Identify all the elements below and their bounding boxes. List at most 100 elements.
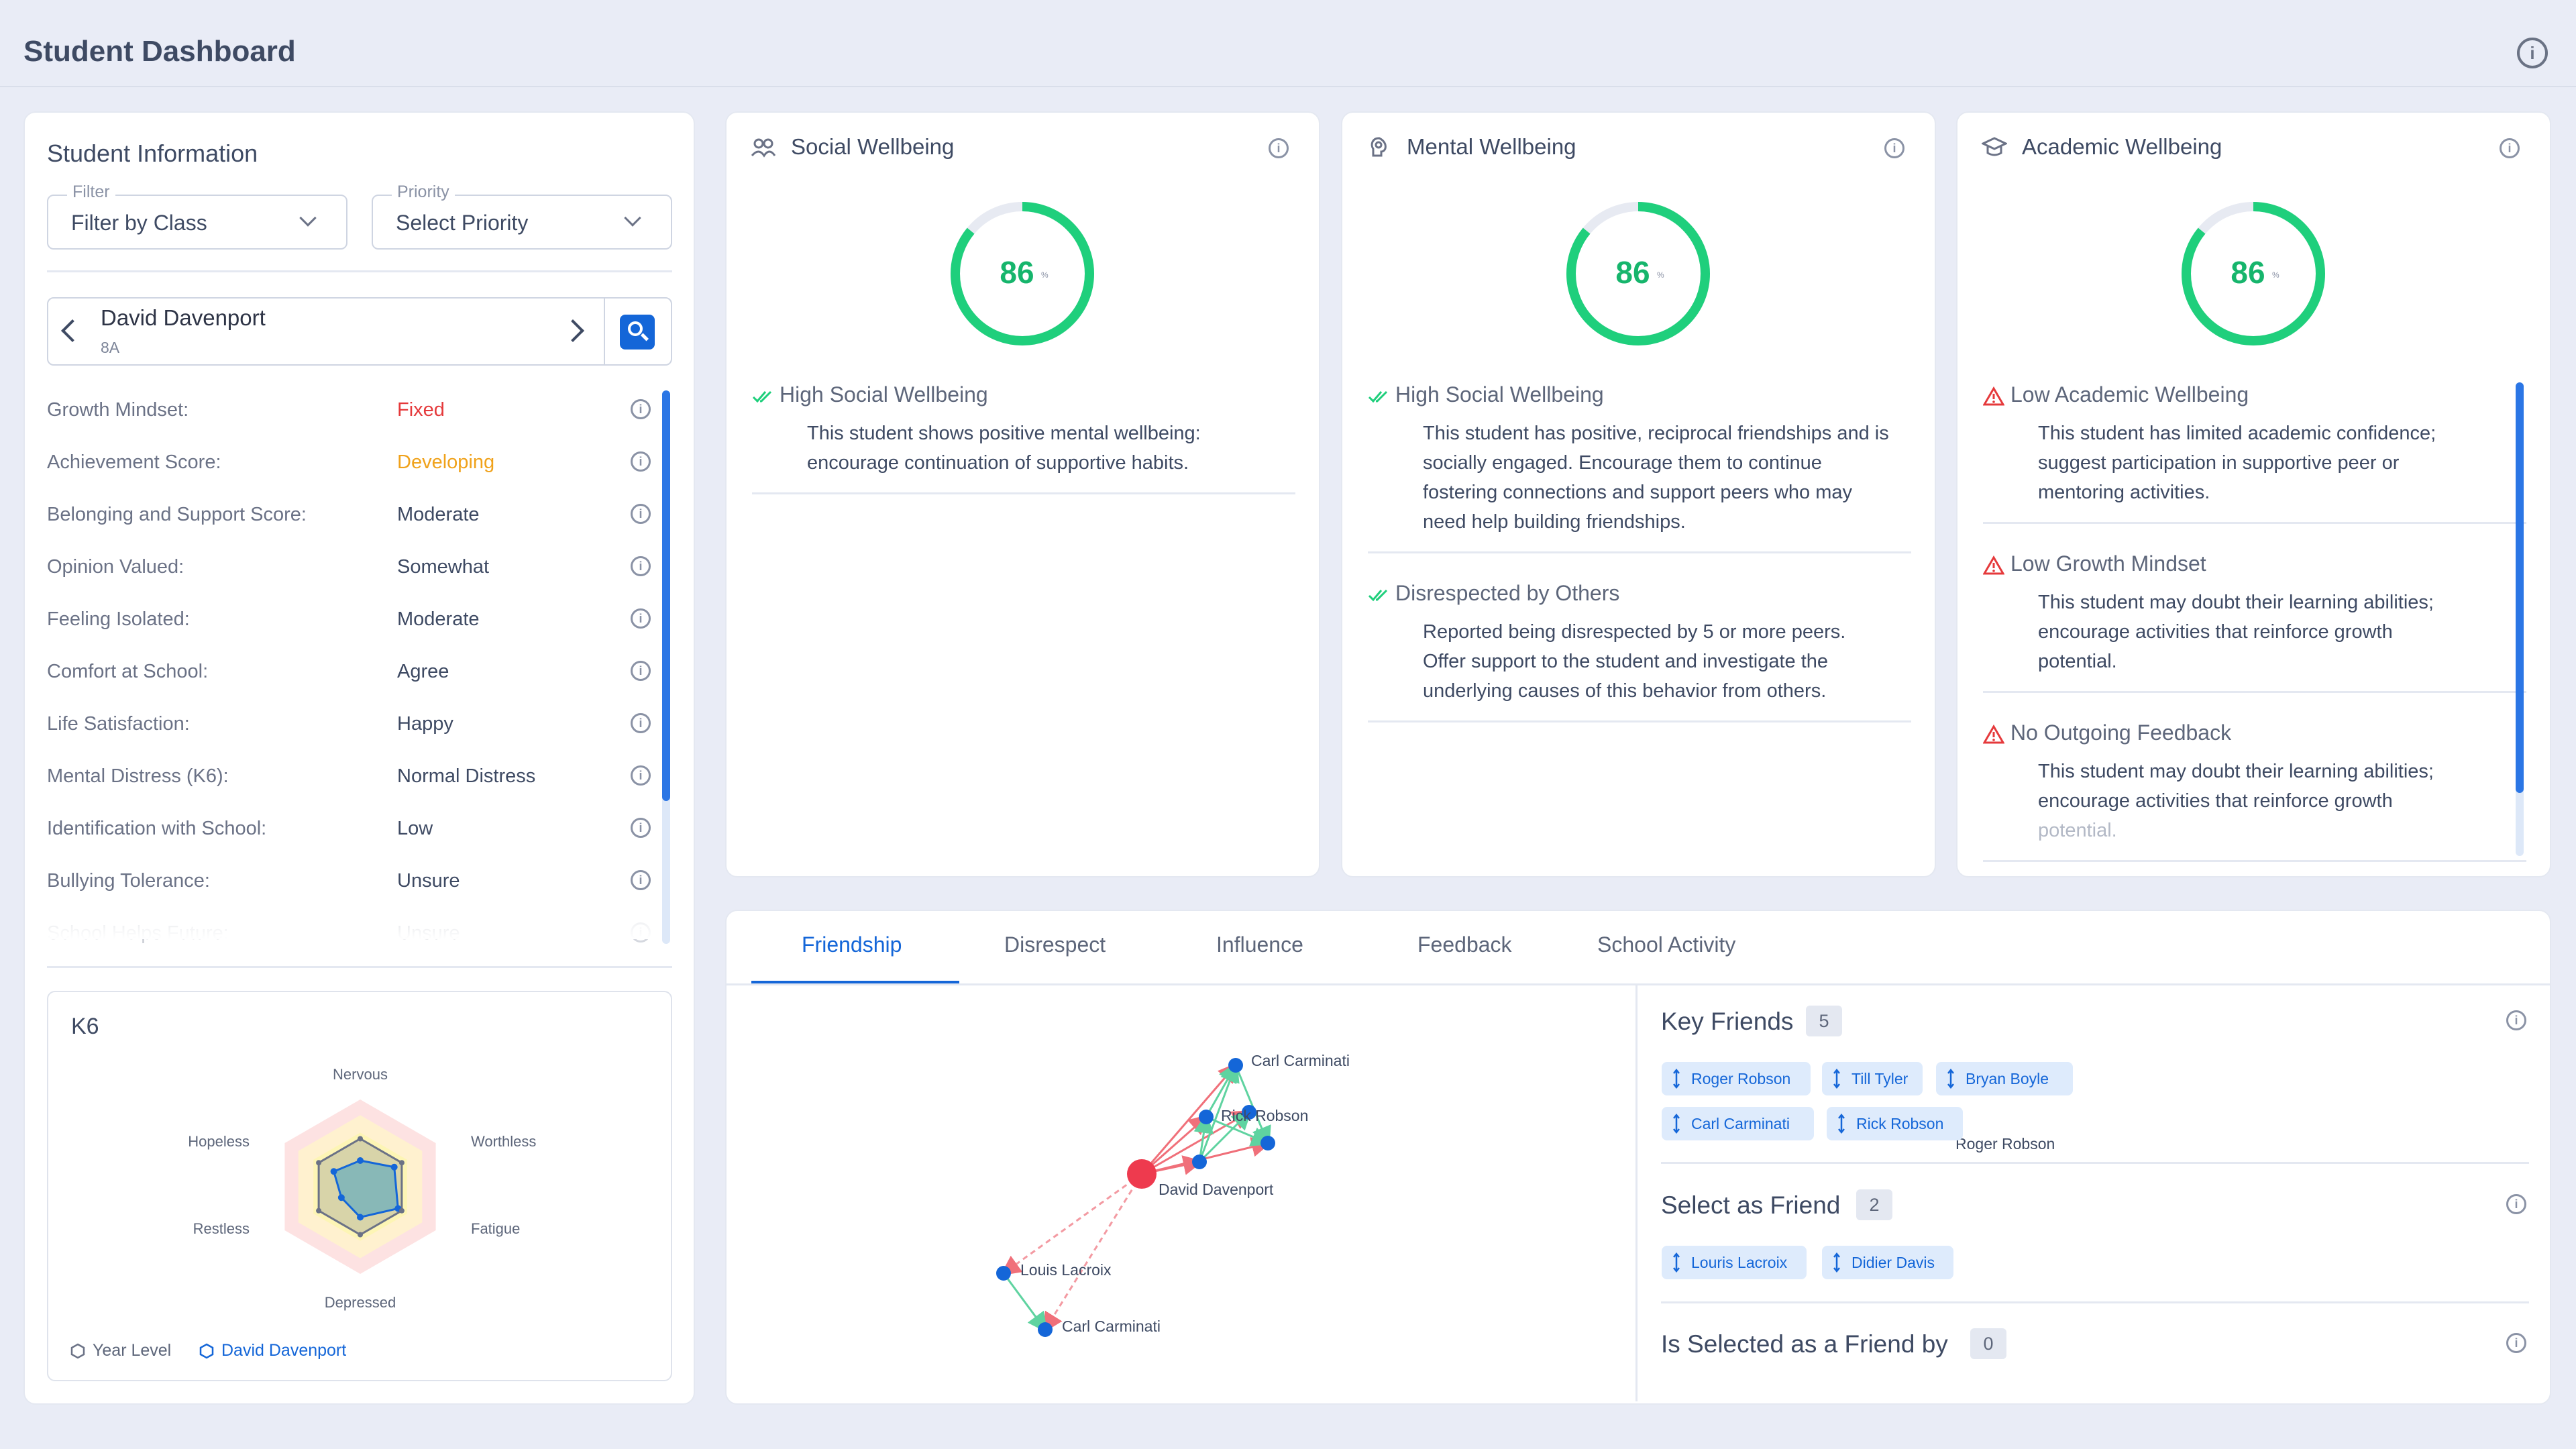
radar-student-point <box>337 1194 345 1201</box>
student-info-title: Student Information <box>47 140 258 167</box>
sort-arrows-icon <box>1673 1114 1680 1134</box>
academic-scrollbar-thumb[interactable] <box>2516 382 2524 793</box>
tab-friendship[interactable]: Friendship <box>802 932 902 957</box>
radar-year-level-point <box>316 1160 322 1166</box>
attribute-value: Happy <box>397 713 453 735</box>
network-edge <box>1000 1173 1142 1276</box>
friend-chip-label: Roger Robson <box>1691 1070 1791 1087</box>
k6-panel: K6 Nervous Worthless Fatigue Depressed Restl… <box>47 991 672 1381</box>
friend-chip-label: Rick Robson <box>1856 1115 1944 1132</box>
header-bar: Student Dashboard i <box>0 0 2576 87</box>
sort-arrows-icon <box>1673 1252 1680 1273</box>
info-icon[interactable]: i <box>631 556 651 576</box>
student-name: David Davenport <box>101 305 266 330</box>
tab-disrespect[interactable]: Disrespect <box>1004 932 1106 957</box>
tab-school-activity[interactable]: School Activity <box>1597 932 1735 957</box>
attribute-row: Identification with School: Low i <box>47 811 651 851</box>
radar-year-level-point <box>398 1208 405 1214</box>
double-check-icon <box>1368 589 1388 602</box>
network-edge <box>1042 1173 1143 1334</box>
info-icon[interactable]: i <box>1884 138 1904 158</box>
network-node[interactable] <box>1038 1322 1053 1337</box>
radar-axis-label: Restless <box>193 1220 250 1237</box>
divider <box>47 966 672 968</box>
select-as-friend-title: Select as Friend <box>1661 1191 1841 1219</box>
network-node-label: Louis Lacroix <box>1020 1261 1112 1279</box>
friend-chip[interactable]: Till Tyler <box>1822 1062 1923 1095</box>
divider <box>1661 1301 2529 1303</box>
double-check-icon <box>1368 390 1388 403</box>
count-badge: 5 <box>1806 1006 1842 1036</box>
filter-select[interactable]: Filter Filter by Class <box>47 182 347 250</box>
priority-select[interactable]: Priority Select Priority <box>372 182 672 250</box>
warning-icon <box>1983 555 2004 575</box>
radar-axis-label: Depressed <box>325 1294 396 1311</box>
radar-year-level-point <box>398 1160 405 1166</box>
network-node[interactable] <box>1228 1058 1243 1073</box>
info-icon[interactable]: i <box>2506 1333 2526 1353</box>
radar-student-point <box>330 1168 337 1175</box>
previous-student-button[interactable] <box>61 319 84 342</box>
brain-icon <box>1371 137 1387 157</box>
wellbeing-title: Mental Wellbeing <box>1407 134 1576 159</box>
info-icon[interactable]: i <box>631 765 651 786</box>
friend-chip[interactable]: Carl Carminati <box>1662 1107 1814 1140</box>
friend-chip[interactable]: Roger Robson <box>1662 1062 1811 1095</box>
friend-chip[interactable]: Bryan Boyle <box>1936 1062 2073 1095</box>
info-icon[interactable]: i <box>2500 138 2520 158</box>
divider <box>726 983 2551 985</box>
network-node[interactable] <box>1192 1155 1207 1169</box>
note-text: socially engaged. Encourage them to cont… <box>1423 452 1822 474</box>
legend-student: David Davenport <box>199 1341 346 1360</box>
attribute-row: Feeling Isolated: Moderate i <box>47 602 651 642</box>
network-node[interactable] <box>996 1266 1011 1281</box>
attribute-row: Comfort at School: Agree i <box>47 654 651 694</box>
info-icon[interactable]: i <box>631 608 651 629</box>
attribute-row: Life Satisfaction: Happy i <box>47 706 651 747</box>
divider <box>1983 860 2526 862</box>
list-fade <box>47 899 664 939</box>
tab-influence[interactable]: Influence <box>1216 932 1303 957</box>
note-heading: High Social Wellbeing <box>780 382 988 407</box>
info-icon[interactable]: i <box>631 661 651 681</box>
network-node[interactable] <box>1260 1136 1275 1150</box>
friend-chip-label: Didier Davis <box>1851 1254 1935 1271</box>
info-icon[interactable]: i <box>2506 1194 2526 1214</box>
divider <box>1368 551 1911 553</box>
k6-radar-chart: Nervous Worthless Fatigue Depressed Restless… <box>188 1066 536 1311</box>
score-gauge: 86% <box>951 202 1094 345</box>
chevron-down-icon <box>624 209 641 227</box>
attribute-row: Mental Distress (K6): Normal Distress i <box>47 759 651 799</box>
info-icon[interactable]: i <box>631 399 651 419</box>
divider <box>1983 691 2526 693</box>
attribute-value: Developing <box>397 451 495 473</box>
attribute-scrollbar-thumb[interactable] <box>662 390 670 801</box>
info-icon[interactable]: i <box>2517 38 2548 68</box>
next-student-button[interactable] <box>561 319 584 342</box>
info-icon[interactable]: i <box>1269 138 1289 158</box>
info-icon[interactable]: i <box>2506 1010 2526 1030</box>
friend-chip[interactable]: Louris Lacroix <box>1662 1246 1807 1279</box>
attribute-value: Fixed <box>397 399 445 421</box>
sort-arrows-icon <box>1947 1069 1954 1089</box>
priority-value: Select Priority <box>396 211 529 235</box>
attribute-label: Bullying Tolerance: <box>47 870 210 892</box>
search-button[interactable] <box>620 315 655 350</box>
attribute-value: Somewhat <box>397 556 490 578</box>
network-node[interactable] <box>1199 1110 1214 1124</box>
info-icon[interactable]: i <box>631 818 651 838</box>
friend-chip[interactable]: Rick Robson <box>1827 1107 1963 1140</box>
tab-feedback[interactable]: Feedback <box>1417 932 1512 957</box>
info-icon[interactable]: i <box>631 713 651 733</box>
info-icon[interactable]: i <box>631 504 651 524</box>
friend-chip[interactable]: Didier Davis <box>1822 1246 1953 1279</box>
info-icon[interactable]: i <box>631 451 651 472</box>
sort-arrows-icon <box>1673 1069 1680 1089</box>
gauge-unit: % <box>2272 270 2279 280</box>
priority-label: Priority <box>392 182 455 202</box>
people-icon <box>751 138 776 158</box>
info-icon[interactable]: i <box>631 870 651 890</box>
divider <box>1661 1162 2529 1164</box>
student-selector: David Davenport 8A <box>47 297 672 366</box>
network-center-node[interactable] <box>1127 1159 1157 1189</box>
